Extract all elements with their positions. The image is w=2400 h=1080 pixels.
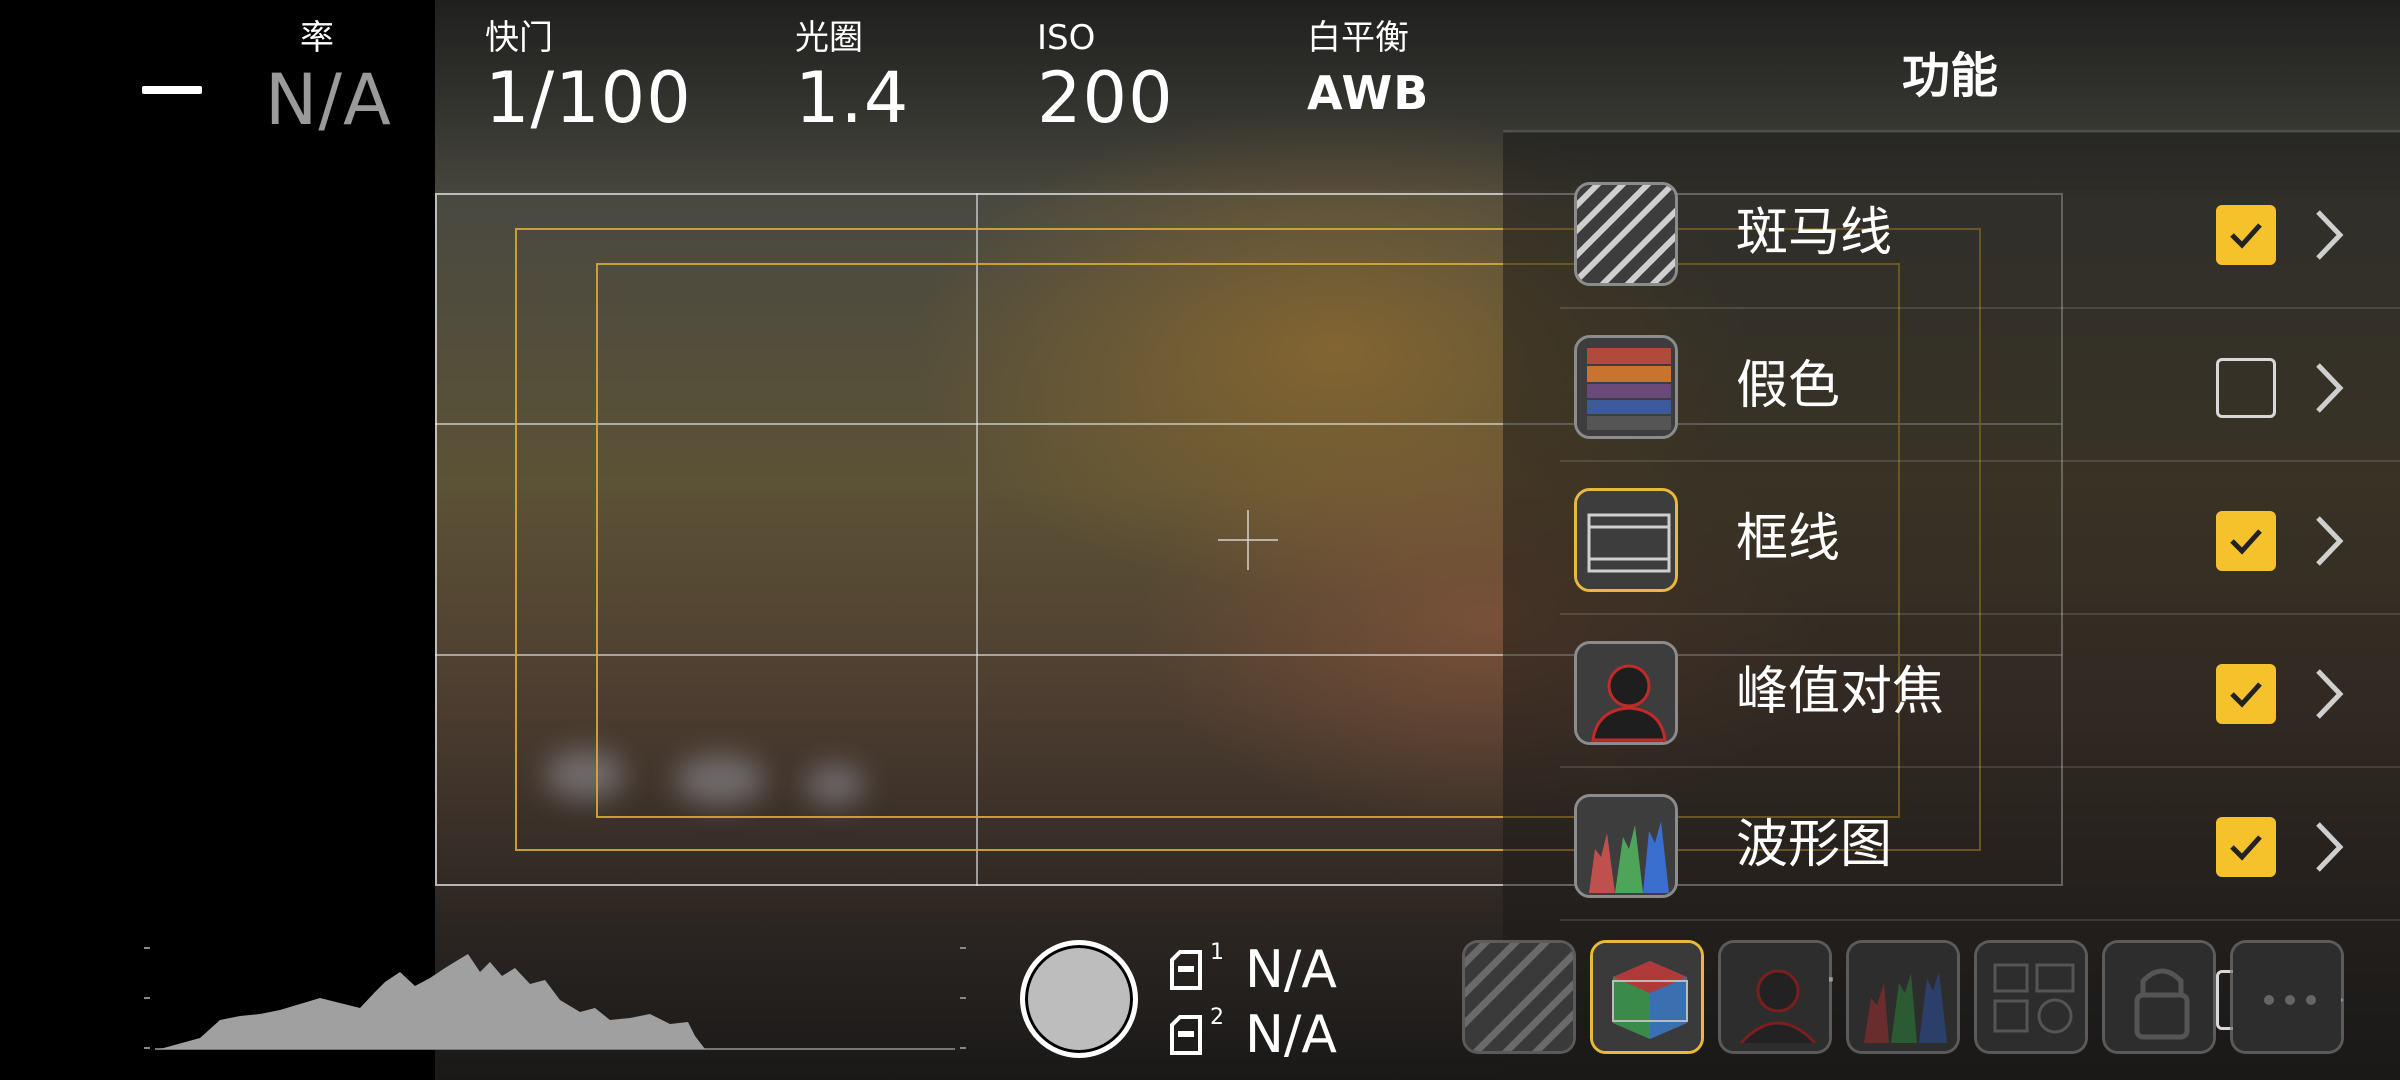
function-row-frame-lines[interactable]: 框线 bbox=[1560, 462, 2400, 615]
toolbar-lut-button[interactable] bbox=[1718, 940, 1832, 1054]
function-checkbox[interactable] bbox=[2216, 817, 2276, 877]
check-icon bbox=[2230, 529, 2262, 555]
function-checkbox[interactable] bbox=[2216, 664, 2276, 724]
chevron-right-icon[interactable] bbox=[2312, 820, 2346, 874]
focus-peaking-icon bbox=[1574, 641, 1678, 745]
check-icon bbox=[2230, 682, 2262, 708]
frame-rate-label: 率 bbox=[300, 18, 334, 58]
toolbar-scopes-button[interactable] bbox=[1974, 940, 2088, 1054]
waveform-icon bbox=[1849, 943, 1957, 1051]
frame-rate-value: N/A bbox=[265, 59, 392, 141]
toolbar-more-button[interactable] bbox=[2230, 940, 2344, 1054]
iso-label: ISO bbox=[1037, 18, 1096, 58]
shutter-value: 1/100 bbox=[485, 57, 692, 139]
function-label: 假色 bbox=[1736, 356, 1841, 416]
function-row-focus-peaking[interactable]: 峰值对焦 bbox=[1560, 615, 2400, 768]
iso-value: 200 bbox=[1037, 57, 1174, 139]
function-label: 斑马线 bbox=[1736, 203, 1893, 263]
card-1-value: N/A bbox=[1245, 940, 1337, 1000]
white-balance-label: 白平衡 bbox=[1307, 18, 1409, 58]
color-cube-icon bbox=[1593, 943, 1701, 1051]
sd-card-icon bbox=[1170, 950, 1202, 990]
card-1-index: 1 bbox=[1210, 940, 1224, 965]
shutter-control[interactable]: 快门 1/100 bbox=[485, 18, 692, 138]
check-icon bbox=[2230, 835, 2262, 861]
iso-control[interactable]: ISO 200 bbox=[1037, 18, 1174, 138]
chevron-right-icon[interactable] bbox=[2312, 667, 2346, 721]
scopes-icon bbox=[1977, 943, 2085, 1051]
chevron-right-icon[interactable] bbox=[2312, 208, 2346, 262]
card-2-index: 2 bbox=[1210, 1005, 1224, 1030]
center-crosshair bbox=[1247, 510, 1249, 570]
left-black-area bbox=[0, 0, 435, 1080]
panel-title: 功能 bbox=[1901, 48, 1998, 104]
aperture-value: 1.4 bbox=[795, 57, 910, 139]
frame-rate-control[interactable]: 率 bbox=[300, 18, 334, 58]
waveform-icon bbox=[1574, 794, 1678, 898]
frame-lines-icon bbox=[1574, 488, 1678, 592]
function-label: 框线 bbox=[1736, 509, 1841, 569]
person-icon bbox=[1721, 943, 1829, 1051]
zebra-icon bbox=[1465, 943, 1573, 1051]
frame-rate-value-wrap[interactable]: N/A bbox=[265, 60, 392, 140]
card-2-value: N/A bbox=[1245, 1005, 1337, 1065]
function-row-zebra[interactable]: 斑马线 bbox=[1560, 156, 2400, 309]
aperture-control[interactable]: 光圈 1.4 bbox=[795, 18, 909, 138]
toolbar-zebra-button[interactable] bbox=[1462, 940, 1576, 1054]
chevron-right-icon[interactable] bbox=[2312, 361, 2346, 415]
check-icon bbox=[2230, 223, 2262, 249]
histogram bbox=[144, 947, 966, 1050]
sd-card-icon bbox=[1170, 1015, 1202, 1055]
function-checkbox[interactable] bbox=[2216, 358, 2276, 418]
function-label: 峰值对焦 bbox=[1736, 662, 1945, 722]
function-checkbox[interactable] bbox=[2216, 205, 2276, 265]
record-button[interactable] bbox=[1020, 940, 1138, 1058]
function-label: 波形图 bbox=[1736, 815, 1893, 875]
shutter-label: 快门 bbox=[485, 18, 553, 58]
zoom-out-button[interactable] bbox=[142, 86, 202, 94]
aperture-label: 光圈 bbox=[795, 18, 863, 58]
white-balance-value: AWB bbox=[1307, 66, 1430, 120]
function-row-false-color[interactable]: 假色 bbox=[1560, 309, 2400, 462]
chevron-right-icon[interactable] bbox=[2312, 514, 2346, 568]
toolbar-lock-button[interactable] bbox=[2102, 940, 2216, 1054]
false-color-icon bbox=[1574, 335, 1678, 439]
toolbar-waveform-button[interactable] bbox=[1846, 940, 1960, 1054]
white-balance-control[interactable]: 白平衡 AWB bbox=[1307, 18, 1429, 128]
function-row-waveform[interactable]: 波形图 bbox=[1560, 768, 2400, 921]
function-checkbox[interactable] bbox=[2216, 511, 2276, 571]
lock-icon bbox=[2105, 943, 2213, 1051]
zebra-icon bbox=[1574, 182, 1678, 286]
more-icon bbox=[2233, 943, 2341, 1051]
toolbar-frame-lines-button[interactable] bbox=[1590, 940, 1704, 1054]
